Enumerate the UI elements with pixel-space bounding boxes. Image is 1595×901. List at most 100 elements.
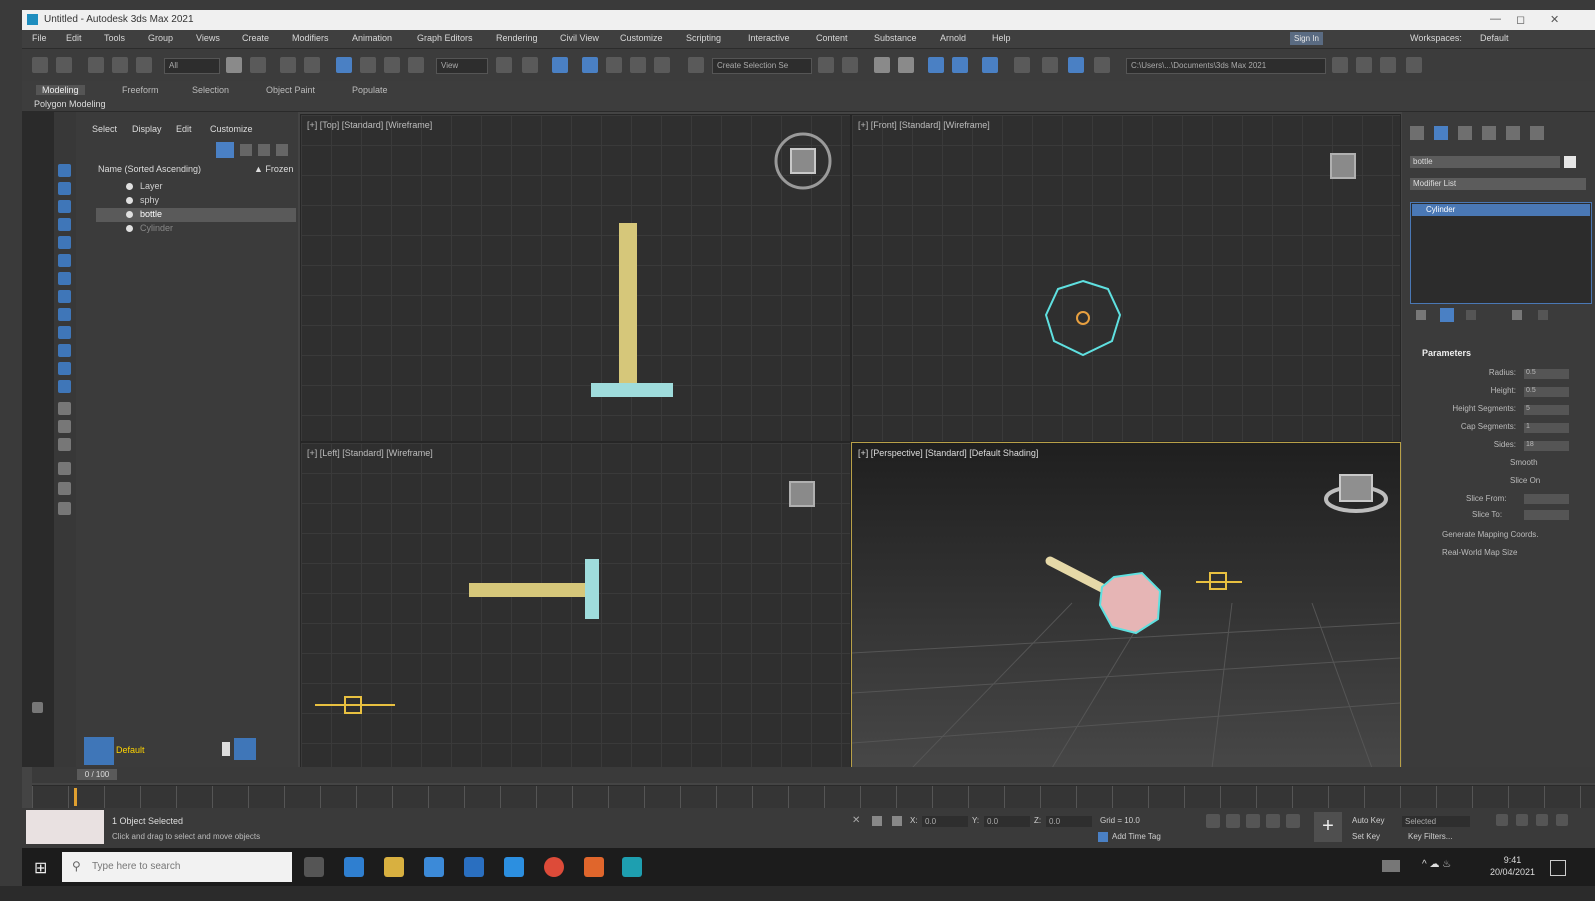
toggle-ribbon-icon[interactable]	[928, 57, 944, 73]
add-time-tag-button[interactable]: Add Time Tag	[1112, 832, 1161, 841]
modifier-list-dropdown[interactable]: Modifier List	[1410, 178, 1586, 190]
viewcube-icon[interactable]	[789, 481, 815, 507]
menu-group[interactable]: Group	[148, 33, 173, 43]
layer-explorer-icon[interactable]	[84, 737, 114, 765]
object-name-field[interactable]: bottle	[1410, 156, 1560, 168]
slice-from-spinner[interactable]	[1524, 494, 1569, 504]
camera-helper-icon[interactable]	[1196, 569, 1242, 595]
display-geometry-icon[interactable]	[58, 164, 71, 177]
select-and-move-icon[interactable]	[336, 57, 352, 73]
x-coordinate-field[interactable]: 0.0	[922, 816, 968, 827]
visibility-eye-icon[interactable]	[126, 211, 133, 218]
toggle-scene-explorer-icon[interactable]	[874, 57, 890, 73]
select-and-place-icon[interactable]	[408, 57, 424, 73]
visibility-eye-icon[interactable]	[126, 197, 133, 204]
notifications-icon[interactable]	[1550, 860, 1566, 876]
file-explorer-icon[interactable]	[384, 857, 404, 877]
viewcube-icon[interactable]	[1320, 465, 1392, 521]
cap-segments-spinner[interactable]: Cap Segments: 1	[1422, 422, 1592, 434]
display-helpers-icon[interactable]	[58, 236, 71, 249]
selection-lock-icon[interactable]	[872, 816, 882, 826]
angle-snap-icon[interactable]	[606, 57, 622, 73]
menu-scripting[interactable]: Scripting	[686, 33, 721, 43]
smooth-checkbox[interactable]: Smooth	[1510, 458, 1538, 467]
menu-help[interactable]: Help	[992, 33, 1011, 43]
reference-coordinate-dropdown[interactable]: View	[436, 58, 488, 74]
list-item[interactable]: Layer	[96, 180, 296, 194]
text-icon[interactable]	[58, 482, 71, 495]
scene-tab-customize[interactable]: Customize	[210, 124, 253, 134]
height-spinner[interactable]: Height: 0.5	[1422, 386, 1592, 398]
mirror-icon[interactable]	[818, 57, 834, 73]
display-containers-icon[interactable]	[58, 326, 71, 339]
object-color-swatch[interactable]	[1564, 156, 1576, 168]
viewport-label[interactable]: [+] [Top] [Standard] [Wireframe]	[307, 120, 432, 130]
display-bones-icon[interactable]	[58, 308, 71, 321]
rendered-frame-window-icon[interactable]	[1068, 57, 1084, 73]
camera-helper-icon[interactable]	[315, 693, 395, 717]
display-xrefs-icon[interactable]	[58, 290, 71, 303]
spinner-snap-icon[interactable]	[654, 57, 670, 73]
display-shapes-icon[interactable]	[58, 182, 71, 195]
options-icon[interactable]	[276, 144, 288, 156]
keyboard-icon[interactable]	[1382, 860, 1400, 872]
menu-rendering[interactable]: Rendering	[496, 33, 538, 43]
menu-modifiers[interactable]: Modifiers	[292, 33, 329, 43]
modifier-stack-item[interactable]: Cylinder	[1412, 204, 1590, 216]
utilities-tab-icon[interactable]	[1530, 126, 1544, 140]
material-editor-icon[interactable]	[1014, 57, 1030, 73]
percent-snap-icon[interactable]	[630, 57, 646, 73]
tab-populate[interactable]: Populate	[352, 85, 388, 95]
set-key-button[interactable]: Set Key	[1352, 832, 1380, 841]
menu-views[interactable]: Views	[196, 33, 220, 43]
link-icon[interactable]	[88, 57, 104, 73]
column-header-name[interactable]: Name (Sorted Ascending)	[98, 164, 201, 174]
tab-selection[interactable]: Selection	[192, 85, 229, 95]
generate-mapping-checkbox[interactable]: Generate Mapping Coords.	[1442, 530, 1539, 539]
visibility-eye-icon[interactable]	[126, 183, 133, 190]
find-icon[interactable]	[240, 144, 252, 156]
collapse-icon[interactable]	[32, 702, 43, 713]
taskbar-clock[interactable]: 9:41 20/04/2021	[1490, 854, 1535, 878]
named-selection-set-dropdown[interactable]: Create Selection Se	[712, 58, 812, 74]
bind-space-warp-icon[interactable]	[136, 57, 152, 73]
time-tag-icon[interactable]	[1098, 832, 1108, 842]
zoom-icon[interactable]	[1496, 814, 1508, 826]
tab-object-paint[interactable]: Object Paint	[266, 85, 315, 95]
app-icon[interactable]	[584, 857, 604, 877]
snaps-toggle-icon[interactable]	[582, 57, 598, 73]
workspace-dropdown[interactable]: Default	[1480, 33, 1509, 43]
motion-tab-icon[interactable]	[1482, 126, 1496, 140]
modify-tab-icon[interactable]	[1434, 126, 1448, 140]
isolate-selection-icon[interactable]: ✕	[852, 815, 860, 826]
chrome-icon[interactable]	[544, 857, 564, 877]
rectangular-selection-icon[interactable]	[280, 57, 296, 73]
filter-icon[interactable]	[58, 502, 71, 515]
display-groups-icon[interactable]	[58, 272, 71, 285]
select-by-name-icon[interactable]	[250, 57, 266, 73]
real-world-map-checkbox[interactable]: Real-World Map Size	[1442, 548, 1517, 557]
viewport-front[interactable]: [+] [Front] [Standard] [Wireframe]	[851, 114, 1401, 442]
remove-modifier-icon[interactable]	[1512, 310, 1522, 320]
modifier-stack[interactable]: Cylinder	[1410, 202, 1592, 304]
display-all-icon[interactable]	[58, 380, 71, 393]
layer-manager-icon[interactable]	[234, 738, 256, 760]
orbit-icon[interactable]	[1556, 814, 1568, 826]
go-to-start-icon[interactable]	[1206, 814, 1220, 828]
display-cameras-icon[interactable]	[58, 218, 71, 231]
render-production-icon[interactable]	[1094, 57, 1110, 73]
align-icon[interactable]	[842, 57, 858, 73]
sign-in-button[interactable]: Sign In	[1290, 32, 1323, 45]
tray-icons[interactable]: ^ ☁ ♨	[1422, 859, 1451, 870]
visibility-eye-icon[interactable]	[126, 225, 133, 232]
display-none-icon[interactable]	[58, 402, 71, 415]
menu-create[interactable]: Create	[242, 33, 269, 43]
tab-freeform[interactable]: Freeform	[122, 85, 159, 95]
viewcube-icon[interactable]	[771, 129, 835, 193]
key-mode-dropdown[interactable]: Selected	[1402, 816, 1470, 827]
schematic-view-icon[interactable]	[982, 57, 998, 73]
slice-to-spinner[interactable]	[1524, 510, 1569, 520]
mail-icon[interactable]	[464, 857, 484, 877]
configure-sets-icon[interactable]	[1538, 310, 1548, 320]
viewport-label[interactable]: [+] [Front] [Standard] [Wireframe]	[858, 120, 990, 130]
